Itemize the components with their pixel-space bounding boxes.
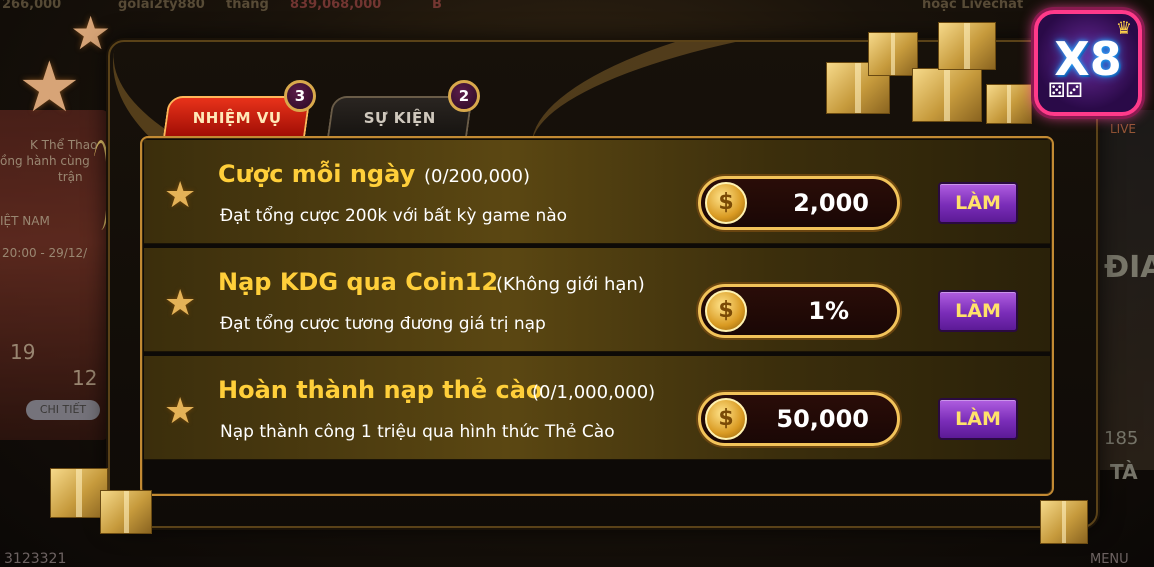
bg-game-title-2: TÀ (1110, 460, 1138, 484)
tab-events-label: SỰ KIỆN (363, 109, 436, 127)
bg-team-name: IỆT NAM (0, 214, 50, 228)
bg-user-id: 3123321 (4, 551, 67, 567)
bg-menu-text: MENU (1090, 552, 1129, 567)
mission-title: Cược mỗi ngày (218, 160, 416, 188)
coin-icon: $ (705, 182, 747, 224)
bg-win-amount: 839,068,000 (290, 0, 382, 12)
gift-box-icon (912, 68, 982, 122)
bg-jersey-number: 19 (10, 340, 36, 364)
reward-display: $ 50,000 (698, 392, 900, 446)
reward-value: 1% (808, 297, 849, 325)
bg-promo-title: K Thể Thao (30, 138, 98, 152)
coin-icon: $ (705, 398, 747, 440)
mission-row: ★ Hoàn thành nạp thẻ cào (0/1,000,000) N… (144, 356, 1050, 460)
bg-game-title: ĐIA (1104, 250, 1154, 285)
reward-display: $ 2,000 (698, 176, 900, 230)
reward-display: $ 1% (698, 284, 900, 338)
missions-list: ★ Cược mỗi ngày (0/200,000) Đạt tổng cượ… (140, 136, 1054, 496)
reward-value: 2,000 (793, 189, 869, 217)
missions-count-badge: 3 (284, 80, 316, 112)
events-count-badge: 2 (448, 80, 480, 112)
bg-livechat-text: hoặc Livechat (922, 0, 1024, 12)
dice-icon: ⚄⚂ (1048, 78, 1083, 102)
gift-box-icon (100, 490, 152, 534)
mission-description: Đạt tổng cược 200k với bất kỳ game nào (220, 206, 568, 226)
mission-description: Đạt tổng cược tương đương giá trị nạp (220, 314, 546, 334)
star-icon: ★ (164, 175, 197, 216)
x8-logo: ♛ X8 ⚄⚂ (1034, 10, 1142, 116)
reward-value: 50,000 (776, 405, 869, 433)
bg-win-label: thắng (226, 0, 269, 12)
background-promo-card: K Thể Thao ồng hành cùng trận IỆT NAM 20… (0, 110, 108, 440)
bg-username-text: golai2ty880 (118, 0, 205, 12)
bg-balance-text: 266,000 (2, 0, 62, 12)
bg-promo-line: ồng hành cùng (0, 154, 90, 168)
coin-icon: $ (705, 290, 747, 332)
mission-title: Nạp KDG qua Coin12 (218, 268, 499, 296)
bg-letter-text: B (432, 0, 442, 12)
mission-progress: (Không giới hạn) (496, 274, 645, 295)
mission-title: Hoàn thành nạp thẻ cào (218, 376, 543, 404)
mission-description: Nạp thành công 1 triệu qua hình thức Thẻ… (220, 422, 615, 442)
background-top-bar: 266,000 golai2ty880 thắng 839,068,000 B … (0, 0, 1154, 18)
mission-row: ★ Cược mỗi ngày (0/200,000) Đạt tổng cượ… (144, 140, 1050, 244)
bg-count-text: 185 (1104, 428, 1139, 449)
star-icon: ★ (164, 391, 197, 432)
gift-box-icon (938, 22, 996, 70)
mission-progress: (0/200,000) (424, 166, 530, 187)
background-bottom-bar: 3123321 MENU (0, 537, 1154, 567)
do-mission-button[interactable]: LÀM (938, 290, 1018, 332)
gift-box-icon (868, 32, 918, 76)
star-icon: ★ (164, 283, 197, 324)
bg-jersey-number-2: 12 (72, 366, 98, 390)
bg-match-time: 20:00 - 29/12/ (2, 246, 88, 260)
gift-box-icon (986, 84, 1032, 124)
bg-promo-line2: trận (58, 170, 83, 184)
tab-missions-label: NHIỆM VỤ (192, 109, 282, 127)
mission-row: ★ Nạp KDG qua Coin12 (Không giới hạn) Đạ… (144, 248, 1050, 352)
do-mission-button[interactable]: LÀM (938, 182, 1018, 224)
gift-box-icon (1040, 500, 1088, 544)
do-mission-button[interactable]: LÀM (938, 398, 1018, 440)
decor-star-icon: ★ (18, 46, 81, 128)
bg-detail-button: CHI TIẾT (26, 400, 100, 420)
bg-live-badge: LIVE (1110, 122, 1137, 136)
mission-progress: (0/1,000,000) (532, 382, 656, 403)
